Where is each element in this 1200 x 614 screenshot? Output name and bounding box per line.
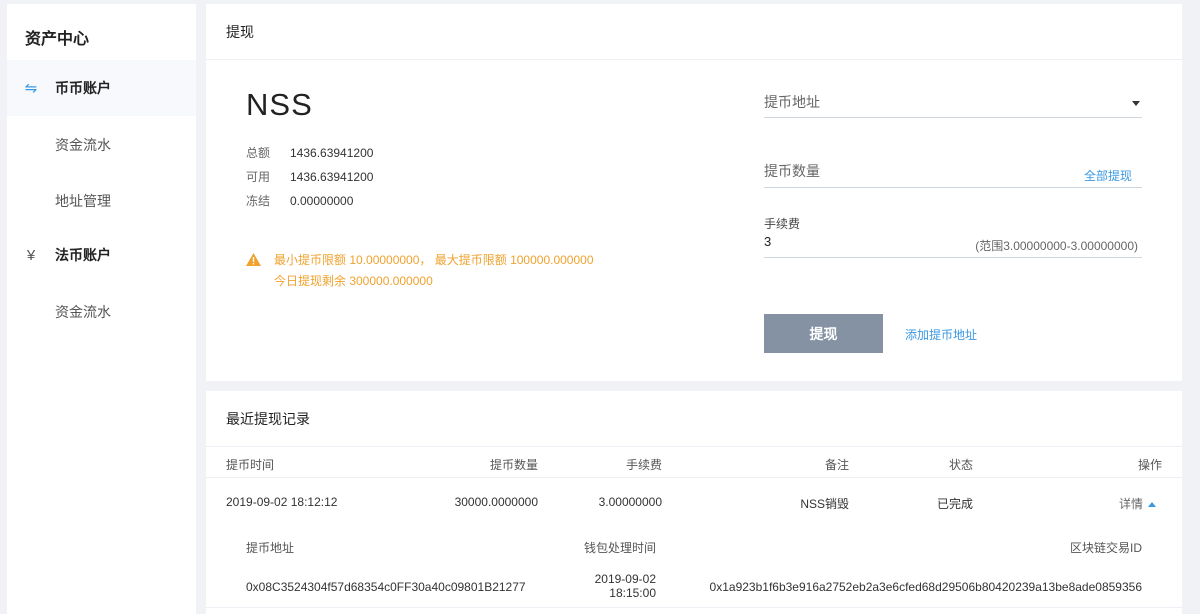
warning-text-remaining: 今日提现剩余 300000.000000 [274, 274, 433, 288]
withdraw-card-title: 提现 [206, 4, 1182, 60]
amount-placeholder: 提币数量 [764, 163, 820, 179]
divider [206, 477, 1182, 478]
column-header-time: 提币时间 [226, 458, 275, 472]
amount-input[interactable]: 提币数量 全部提现 [764, 161, 1142, 188]
balance-value: 1436.63941200 [290, 170, 374, 184]
records-card-title: 最近提现记录 [206, 391, 1182, 447]
sidebar-group-label: 法币账户 [55, 247, 111, 263]
cell-note: NSS销毁 [800, 497, 849, 511]
address-placeholder: 提币地址 [764, 94, 820, 110]
column-header-note: 备注 [824, 458, 849, 472]
caret-down-icon [1132, 101, 1140, 106]
detail-header-address: 提币地址 [246, 541, 295, 555]
detail-wallet-time: 2019-09-02 18:15:00 [595, 572, 656, 600]
column-header-action: 操作 [1137, 458, 1162, 472]
warning-icon [246, 253, 261, 266]
withdraw-submit-button[interactable]: 提现 [764, 314, 883, 353]
withdraw-all-link[interactable]: 全部提现 [1084, 167, 1132, 184]
detail-txid: 0x1a923b1f6b3e916a2752eb2a3e6cfed68d2950… [709, 580, 1142, 594]
fee-label: 手续费 [764, 217, 801, 231]
sidebar-item-address-management[interactable]: 地址管理 [55, 191, 111, 211]
divider [206, 607, 1182, 608]
cell-status: 已完成 [936, 497, 973, 511]
balance-label: 可用 [246, 170, 271, 184]
detail-wallet-date: 2019-09-02 [594, 572, 656, 586]
sidebar-title: 资产中心 [25, 31, 90, 48]
exchange-icon: ⇋ [24, 80, 38, 97]
sidebar-group-label: 币币账户 [55, 80, 111, 96]
fee-value: 3 [764, 234, 772, 249]
sidebar: 资产中心 ⇋ 币币账户 资金流水 地址管理 ¥ 法币账户 资金流水 [7, 4, 196, 614]
cell-fee: 3.00000000 [598, 495, 662, 509]
balance-value: 1436.63941200 [290, 146, 374, 160]
detail-header-wallet-time: 钱包处理时间 [583, 541, 656, 555]
caret-up-icon [1148, 502, 1156, 508]
balance-label: 冻结 [246, 194, 271, 208]
details-label: 详情 [1118, 497, 1143, 511]
balance-available: 可用 1436.63941200 [246, 168, 373, 185]
sidebar-group-coin-account[interactable]: ⇋ 币币账户 [7, 60, 196, 116]
add-address-link[interactable]: 添加提币地址 [905, 326, 977, 343]
column-header-amount: 提币数量 [489, 458, 538, 472]
withdraw-limit-warning: 最小提币限额 10.00000000， 最大提币限额 100000.000000… [246, 250, 594, 292]
records-card: 最近提现记录 提币时间 提币数量 手续费 备注 状态 操作 2019-09-02… [206, 391, 1182, 614]
fee-range: (范围3.00000000-3.00000000) [975, 239, 1138, 253]
address-select[interactable]: 提币地址 [764, 92, 1142, 118]
fee-input[interactable]: 3 (范围3.00000000-3.00000000) [764, 233, 1142, 258]
cell-time: 2019-09-02 18:12:12 [226, 495, 338, 509]
sidebar-item-fund-flow[interactable]: 资金流水 [55, 135, 111, 155]
warning-text-limits: 最小提币限额 10.00000000， 最大提币限额 100000.000000 [274, 253, 594, 267]
detail-address: 0x08C3524304f57d68354c0FF30a40c09801B212… [246, 580, 526, 594]
yen-icon: ¥ [26, 246, 36, 264]
withdraw-card: 提现 NSS 总额 1436.63941200 可用 1436.63941200 冻… [206, 4, 1182, 381]
detail-header-txid: 区块链交易ID [1069, 541, 1142, 555]
sidebar-group-fiat-account[interactable]: ¥ 法币账户 [7, 227, 196, 283]
balance-frozen: 冻结 0.00000000 [246, 192, 353, 209]
column-header-fee: 手续费 [625, 458, 662, 472]
balance-label: 总额 [246, 146, 271, 160]
balance-total: 总额 1436.63941200 [246, 144, 373, 161]
sidebar-item-fiat-fund-flow[interactable]: 资金流水 [55, 302, 111, 322]
column-header-status: 状态 [948, 458, 973, 472]
cell-amount: 30000.0000000 [454, 495, 538, 509]
balance-value: 0.00000000 [290, 194, 354, 208]
details-toggle[interactable]: 详情 [1119, 495, 1156, 512]
detail-wallet-clock: 18:15:00 [609, 586, 656, 600]
coin-name: NSS [246, 87, 313, 122]
